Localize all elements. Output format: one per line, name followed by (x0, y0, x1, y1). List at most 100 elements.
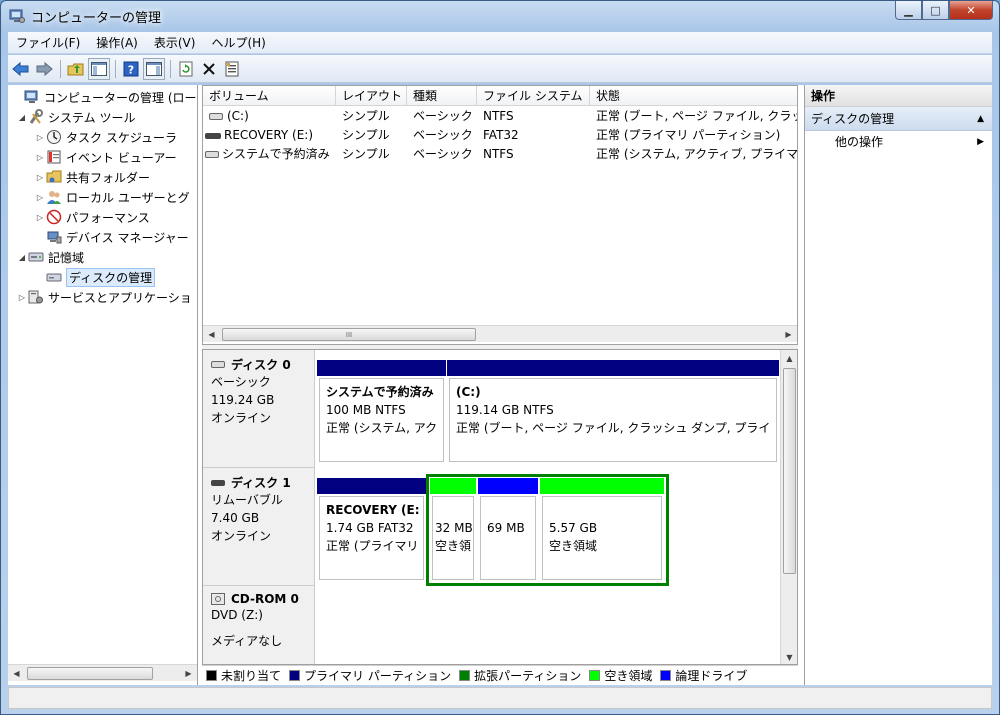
minimize-button[interactable]: ▁ (895, 1, 922, 20)
removable-disk-icon (211, 479, 225, 486)
show-hide-action-button[interactable] (143, 57, 165, 80)
scroll-left-icon[interactable]: ◀ (203, 326, 220, 343)
tree-item-local-users[interactable]: ▷ ローカル ユーザーとグ (34, 187, 190, 207)
partition-body: 5.57 GB 空き領域 (542, 496, 662, 580)
disk-0-info[interactable]: ディスク 0 ベーシック 119.24 GB オンライン (203, 350, 315, 468)
maximize-icon: □ (930, 3, 941, 17)
tree-item-event-viewer[interactable]: ▷ イベント ビューアー (34, 147, 177, 167)
volume-name: RECOVERY (E:) (224, 128, 314, 142)
refresh-button[interactable] (175, 58, 197, 80)
partition-free-5gb[interactable]: 5.57 GB 空き領域 (540, 478, 664, 582)
column-header-layout[interactable]: レイアウト (336, 86, 407, 106)
column-header-type[interactable]: 種類 (407, 86, 477, 106)
title-bar[interactable]: コンピューターの管理 ▁ □ ✕ (1, 1, 999, 31)
column-header-volume[interactable]: ボリューム (203, 86, 336, 106)
tree-item-label: ディスクの管理 (66, 267, 156, 287)
show-hide-action-icon (146, 61, 162, 76)
scroll-thumb[interactable]: III (222, 328, 476, 341)
table-row[interactable]: RECOVERY (E:) シンプル ベーシック FAT32 正常 (プライマリ… (203, 126, 797, 145)
volume-drive-icon (205, 151, 219, 158)
scroll-right-icon[interactable]: ▶ (180, 665, 197, 682)
partition-system-reserved[interactable]: システムで予約済み 100 MB NTFS 正常 (システム, アク (317, 360, 446, 464)
help-button[interactable]: ? (120, 58, 142, 80)
delete-button[interactable] (198, 58, 220, 80)
legend-swatch (459, 670, 471, 681)
menu-file[interactable]: ファイル(F) (8, 32, 88, 54)
partition-c[interactable]: (C:) 119.14 GB NTFS 正常 (ブート, ページ ファイル, ク… (447, 360, 779, 464)
action-more-actions[interactable]: 他の操作 ▶ (805, 131, 992, 153)
tree-expander[interactable]: ▷ (34, 213, 46, 222)
scroll-thumb[interactable] (783, 368, 796, 574)
actions-section-disk-management[interactable]: ディスクの管理 ▲ (805, 107, 992, 131)
tree-item-task-scheduler[interactable]: ▷ タスク スケジューラ (34, 127, 177, 147)
tree-expander[interactable]: ▷ (34, 153, 46, 162)
disk-map-vertical-scrollbar[interactable]: ▲ ▼ (780, 350, 797, 664)
submenu-arrow-icon: ▶ (977, 137, 984, 147)
menu-view[interactable]: 表示(V) (146, 32, 204, 54)
disk-management-icon (46, 269, 62, 285)
partition-recovery[interactable]: RECOVERY (E: 1.74 GB FAT32 正常 (プライマリ (317, 478, 426, 582)
content-area: コンピューターの管理 (ローカ ◢ システム ツール ▷ タスク スケジューラ … (8, 85, 992, 685)
volume-filesystem: NTFS (483, 147, 514, 161)
show-hide-tree-button[interactable] (88, 57, 110, 80)
up-folder-icon (67, 63, 84, 75)
tree-expander[interactable]: ▷ (34, 193, 46, 202)
partition-free-32mb[interactable]: 32 MB 空き領 (430, 478, 476, 582)
actions-panel: 操作 ディスクの管理 ▲ 他の操作 ▶ (804, 85, 992, 685)
table-row[interactable]: システムで予約済み シンプル ベーシック NTFS 正常 (システム, アクティ… (203, 145, 797, 164)
tree-item-disk-management[interactable]: ディスクの管理 (34, 267, 156, 287)
scroll-thumb[interactable] (27, 667, 153, 680)
legend-item: 論理ドライブ (660, 667, 747, 684)
disk-state: オンライン (211, 411, 272, 425)
tree-item-services-applications[interactable]: ▷ サービスとアプリケーショ (16, 287, 192, 307)
forward-icon (36, 61, 53, 76)
tree-expander[interactable]: ▷ (16, 293, 28, 302)
cdrom-info[interactable]: CD-ROM 0 DVD (Z:) メディアなし (203, 586, 315, 664)
scroll-down-icon[interactable]: ▼ (781, 649, 797, 664)
partition-status: 正常 (システム, アク (326, 421, 438, 435)
tree-horizontal-scrollbar[interactable]: ◀ ▶ (8, 664, 197, 681)
tree-item-computer-management[interactable]: コンピューターの管理 (ローカ (12, 87, 197, 107)
legend-item: 未割り当て (206, 667, 281, 684)
partition-status: 空き領 (435, 539, 472, 553)
collapse-icon[interactable]: ▲ (977, 107, 984, 131)
menu-help[interactable]: ヘルプ(H) (203, 32, 273, 54)
maximize-button[interactable]: □ (922, 1, 949, 20)
column-header-filesystem[interactable]: ファイル システム (477, 86, 590, 106)
tree-expander[interactable]: ▷ (34, 133, 46, 142)
disk-name: ディスク 1 (231, 476, 291, 490)
actions-section-label: ディスクの管理 (811, 112, 895, 126)
column-header-status[interactable]: 状態 (590, 86, 797, 106)
tree-item-device-manager[interactable]: デバイス マネージャー (34, 227, 189, 247)
forward-button[interactable] (33, 58, 55, 80)
partition-logical-69mb[interactable]: 69 MB (478, 478, 538, 582)
extended-partition[interactable]: 32 MB 空き領 69 MB 5.57 GB 空き領域 (426, 474, 669, 586)
tree-item-system-tools[interactable]: ◢ システム ツール (16, 107, 135, 127)
close-button[interactable]: ✕ (949, 1, 993, 20)
legend-item: プライマリ パーティション (289, 667, 451, 684)
menu-bar: ファイル(F) 操作(A) 表示(V) ヘルプ(H) (8, 32, 992, 54)
volume-list-horizontal-scrollbar[interactable]: ◀ III ▶ (203, 325, 797, 342)
tree-item-label: イベント ビューアー (66, 150, 177, 165)
tree-expander[interactable]: ▷ (34, 173, 46, 182)
tree-expander[interactable]: ◢ (16, 113, 28, 122)
tree-expander[interactable]: ◢ (16, 253, 28, 262)
tree-item-shared-folders[interactable]: ▷ 共有フォルダー (34, 167, 150, 187)
logical-drive-bar (478, 478, 538, 494)
disk-1-info[interactable]: ディスク 1 リムーバブル 7.40 GB オンライン (203, 468, 315, 586)
back-button[interactable] (10, 58, 32, 80)
scroll-left-icon[interactable]: ◀ (8, 665, 25, 682)
window-controls: ▁ □ ✕ (895, 1, 993, 21)
performance-icon (46, 209, 62, 225)
tree-item-storage[interactable]: ◢ 記憶域 (16, 247, 84, 267)
table-row[interactable]: (C:) シンプル ベーシック NTFS 正常 (ブート, ページ ファイル, … (203, 107, 797, 126)
legend-item: 空き領域 (589, 667, 652, 684)
scroll-right-icon[interactable]: ▶ (780, 326, 797, 343)
scroll-up-icon[interactable]: ▲ (781, 350, 797, 367)
up-folder-button[interactable] (65, 58, 87, 80)
volume-drive-icon (209, 113, 223, 120)
properties-button[interactable] (221, 58, 243, 80)
tree-item-performance[interactable]: ▷ パフォーマンス (34, 207, 150, 227)
menu-action[interactable]: 操作(A) (88, 32, 146, 54)
svg-text:?: ? (128, 63, 134, 76)
